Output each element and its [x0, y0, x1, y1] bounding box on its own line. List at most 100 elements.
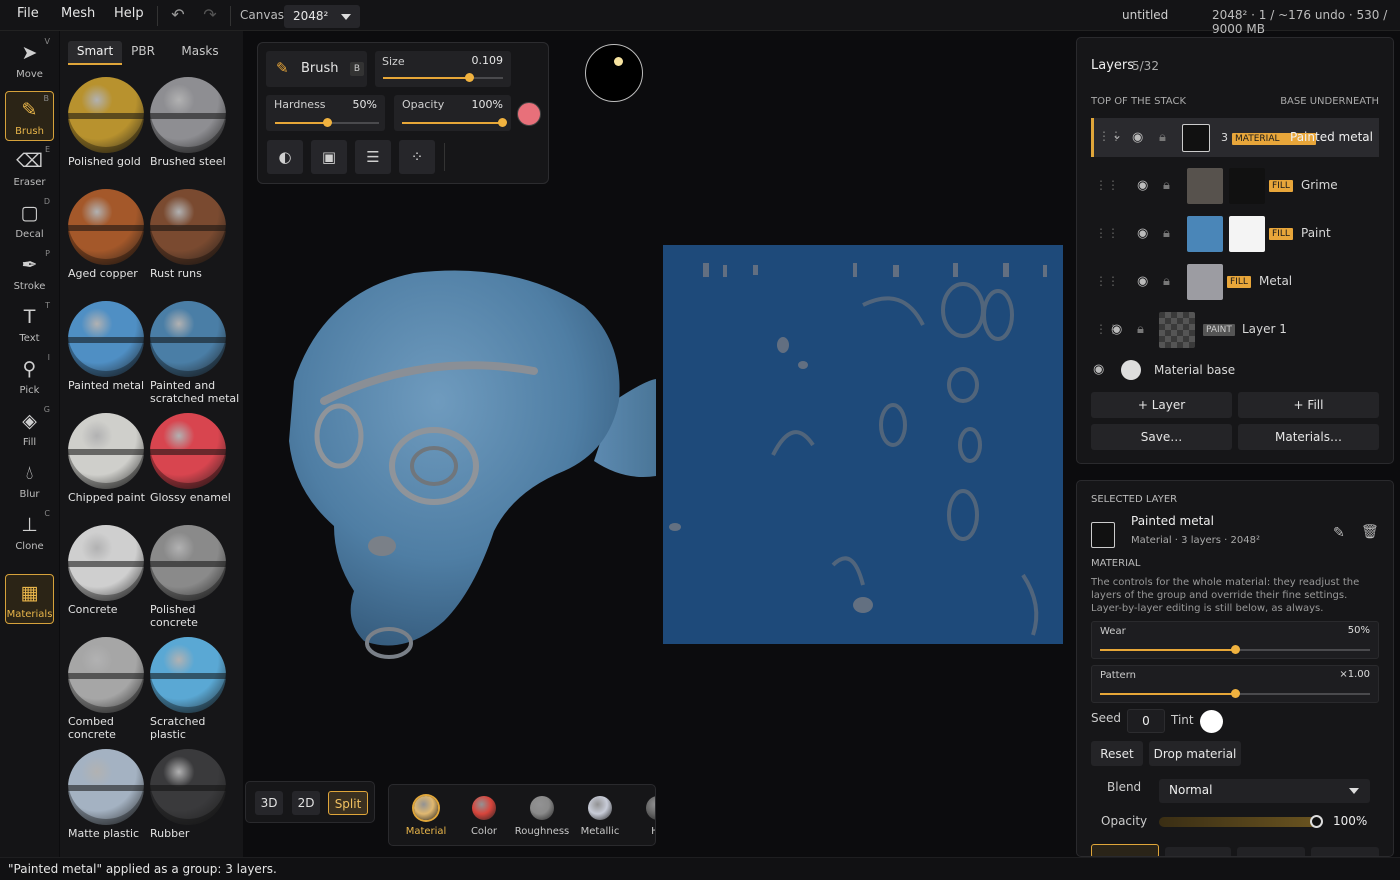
drag-handle-icon[interactable]: ⋮⋮	[1095, 226, 1119, 240]
eye-icon[interactable]: ◉	[1111, 322, 1122, 337]
layer-name[interactable]: Grime	[1301, 178, 1338, 192]
light-gizmo[interactable]	[585, 44, 643, 102]
tool-pick[interactable]: ⚲ Pick I	[5, 351, 54, 401]
channel-color[interactable]: Color	[455, 793, 513, 843]
layer-material-base[interactable]: ◉ Material base	[1091, 350, 1379, 390]
material-matte-plastic[interactable]: Matte plastic	[68, 749, 152, 857]
eye-icon[interactable]: ◉	[1137, 178, 1148, 193]
size-slider[interactable]: Size 0.109	[375, 51, 511, 87]
opacity-slider[interactable]: Opacity 100%	[394, 95, 511, 131]
menu-mesh[interactable]: Mesh	[61, 6, 95, 21]
mode-tab[interactable]	[1311, 847, 1379, 856]
layer-name[interactable]: Painted metal	[1290, 130, 1373, 144]
material-polished-gold[interactable]: Polished gold	[68, 77, 152, 185]
view-3d-button[interactable]: 3D	[255, 791, 283, 815]
opacity-knob[interactable]	[497, 118, 507, 127]
tool-blur[interactable]: 💧︎ Blur	[5, 455, 54, 505]
layer-name[interactable]: Paint	[1301, 226, 1331, 240]
image-icon[interactable]: ▣	[311, 140, 347, 174]
material-chipped-paint[interactable]: Chipped paint	[68, 413, 152, 521]
add-layer-button[interactable]: + Layer	[1091, 392, 1232, 418]
tool-stroke[interactable]: ✒ Stroke P	[5, 247, 54, 297]
layer-grime[interactable]: ⋮⋮ ◉ 🔒︎ FILL Grime	[1091, 166, 1379, 206]
lock-icon[interactable]: 🔒︎	[1163, 178, 1170, 193]
tool-fill[interactable]: ◈ Fill G	[5, 403, 54, 453]
view-2d-button[interactable]: 2D	[292, 791, 320, 815]
channel-metallic[interactable]: Metallic	[571, 793, 629, 843]
opacity-knob[interactable]	[1310, 815, 1323, 828]
uv-texture-map[interactable]	[663, 245, 1063, 644]
tool-materials[interactable]: ▦ Materials	[5, 574, 54, 624]
tab-pbr[interactable]: PBR	[122, 41, 164, 65]
drag-handle-icon[interactable]: ⋮⋮	[1095, 178, 1119, 192]
add-fill-button[interactable]: + Fill	[1238, 392, 1379, 418]
material-brushed-steel[interactable]: Brushed steel	[150, 77, 234, 185]
tab-masks[interactable]: Masks	[176, 41, 224, 65]
canvas-size-select[interactable]: 2048²	[284, 5, 360, 28]
material-rubber[interactable]: Rubber	[150, 749, 234, 857]
undo-icon[interactable]: ↶	[168, 5, 188, 25]
layer-metal[interactable]: ⋮⋮ ◉ 🔒︎ FILL Metal	[1091, 262, 1379, 302]
eye-icon[interactable]: ◉	[1093, 362, 1104, 377]
view-split-button[interactable]: Split	[328, 791, 368, 815]
lock-icon[interactable]: 🔒︎	[1163, 226, 1170, 241]
layer-name[interactable]: Layer 1	[1242, 322, 1287, 336]
material-aged-copper[interactable]: Aged copper	[68, 189, 152, 297]
material-concrete[interactable]: Concrete	[68, 525, 152, 633]
mode-tab[interactable]	[1165, 847, 1231, 856]
chevron-down-icon[interactable]: ⌄	[1112, 128, 1122, 142]
brush-button[interactable]: ✎ Brush B	[266, 51, 367, 87]
tool-text[interactable]: T Text T	[5, 299, 54, 349]
tool-move[interactable]: ➤ Move V	[5, 35, 54, 85]
material-combed-concrete[interactable]: Combed concrete	[68, 637, 152, 745]
drop-material-button[interactable]: Drop material	[1149, 741, 1241, 766]
pattern-knob[interactable]	[1230, 689, 1240, 698]
size-knob[interactable]	[464, 73, 474, 82]
channel-material[interactable]: Material	[397, 793, 455, 843]
edit-icon[interactable]: ✎	[1333, 525, 1345, 541]
brush-color-swatch[interactable]	[517, 102, 541, 126]
channel-he[interactable]: He	[629, 793, 655, 843]
mode-tab[interactable]	[1237, 847, 1305, 856]
layer-group-painted-metal[interactable]: ⋮⋮ ⌄ ◉ 🔒︎ 3 MATERIAL Painted metal	[1091, 118, 1379, 157]
menu-file[interactable]: File	[17, 6, 39, 21]
lock-icon[interactable]: 🔒︎	[1159, 130, 1166, 145]
trash-icon[interactable]: 🗑︎	[1361, 524, 1379, 540]
save-button[interactable]: Save…	[1091, 424, 1232, 450]
material-painted-metal[interactable]: Painted metal	[68, 301, 152, 409]
redo-icon[interactable]: ↷	[200, 5, 220, 25]
tab-smart[interactable]: Smart	[68, 41, 122, 65]
pattern-slider[interactable]: Pattern ×1.00	[1091, 665, 1379, 703]
tool-brush[interactable]: ✎ Brush B	[5, 91, 54, 141]
tint-swatch[interactable]	[1200, 710, 1223, 733]
material-polished-concrete[interactable]: Polished concrete	[150, 525, 234, 633]
layer-opacity-slider[interactable]	[1159, 815, 1323, 828]
hardness-knob[interactable]	[322, 118, 332, 127]
drag-handle-icon[interactable]: ⋮⋮	[1095, 274, 1119, 288]
tool-decal[interactable]: ▢ Decal D	[5, 195, 54, 245]
materials-button[interactable]: Materials…	[1238, 424, 1379, 450]
eye-icon[interactable]: ◉	[1137, 226, 1148, 241]
material-scratched-plastic[interactable]: Scratched plastic	[150, 637, 234, 745]
eye-icon[interactable]: ◉	[1137, 274, 1148, 289]
material-rust-runs[interactable]: Rust runs	[150, 189, 234, 297]
layer-paint-layer-1[interactable]: ⋮⋮ ◉ 🔒︎ PAINT Layer 1	[1091, 310, 1379, 350]
lock-icon[interactable]: 🔒︎	[1163, 274, 1170, 289]
layer-name[interactable]: Metal	[1259, 274, 1292, 288]
material-painted-and-scratched-metal[interactable]: Painted and scratched metal	[150, 301, 239, 409]
mesh-preview[interactable]	[264, 261, 656, 681]
menu-help[interactable]: Help	[114, 6, 144, 21]
lock-icon[interactable]: 🔒︎	[1137, 322, 1144, 337]
hardness-slider[interactable]: Hardness 50%	[266, 95, 385, 131]
light-handle-icon[interactable]	[614, 57, 623, 66]
mode-tab-active[interactable]	[1091, 844, 1159, 856]
wear-knob[interactable]	[1230, 645, 1240, 654]
blend-select[interactable]: Normal	[1159, 779, 1370, 803]
base-color-swatch[interactable]	[1121, 360, 1141, 380]
wear-slider[interactable]: Wear 50%	[1091, 621, 1379, 659]
adjust-sliders-icon[interactable]: ☰	[355, 140, 391, 174]
reset-button[interactable]: Reset	[1091, 741, 1143, 766]
layer-paint[interactable]: ⋮⋮ ◉ 🔒︎ FILL Paint	[1091, 214, 1379, 254]
palette-icon[interactable]: ◐	[267, 140, 303, 174]
scatter-icon[interactable]: ⁘	[399, 140, 435, 174]
